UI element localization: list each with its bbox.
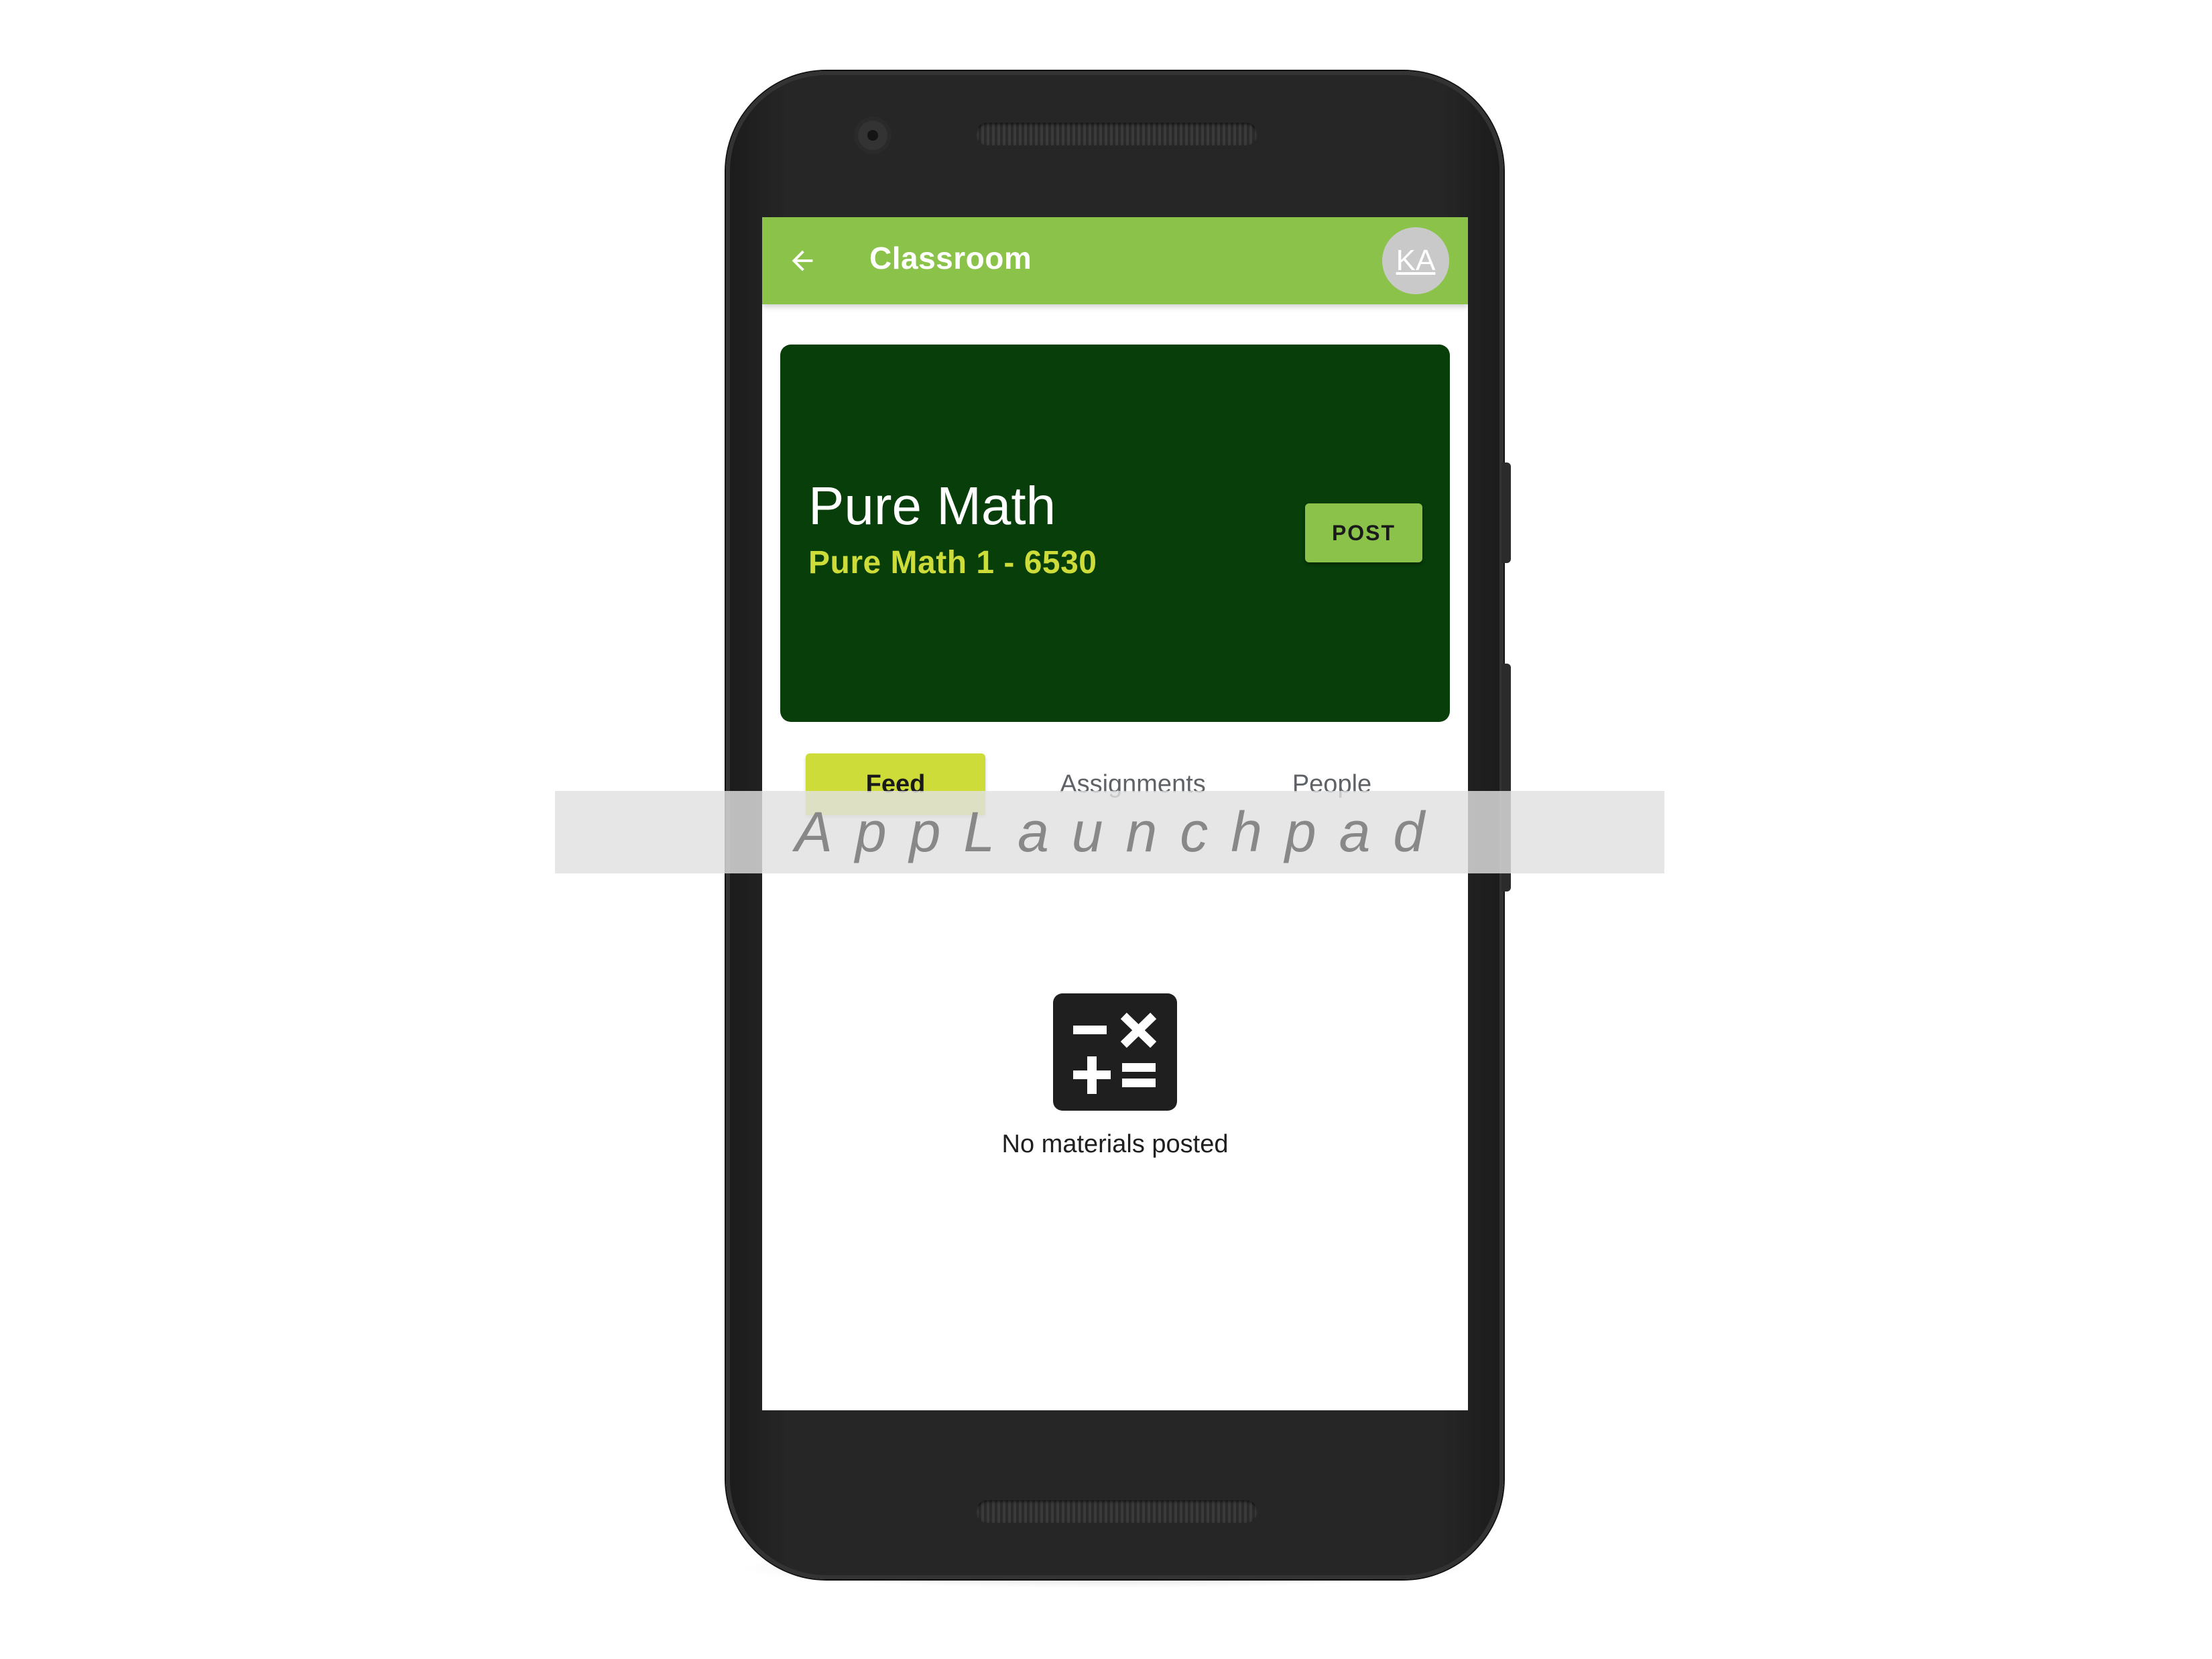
post-button[interactable]: POST	[1305, 503, 1422, 562]
back-button[interactable]	[782, 241, 822, 281]
arrow-back-icon	[792, 250, 813, 271]
class-subtitle: Pure Math 1 - 6530	[808, 545, 1097, 580]
avatar[interactable]: KA	[1382, 227, 1449, 294]
top-speaker	[976, 123, 1257, 145]
class-title: Pure Math	[808, 476, 1056, 536]
watermark-banner: AppLaunchpad	[555, 791, 1664, 873]
watermark-text: AppLaunchpad	[794, 800, 1448, 863]
page-title: Classroom	[869, 241, 1032, 275]
power-button	[1501, 463, 1511, 563]
empty-state-message: No materials posted	[1001, 1130, 1229, 1158]
front-camera	[858, 121, 887, 150]
calculator-icon	[1053, 993, 1177, 1111]
mockup-stage: Classroom KA Pure Math Pure Math 1 - 653…	[0, 0, 2212, 1659]
app-bar: Classroom KA	[762, 217, 1468, 304]
class-banner: Pure Math Pure Math 1 - 6530 POST	[780, 345, 1450, 722]
bottom-speaker	[976, 1500, 1257, 1523]
